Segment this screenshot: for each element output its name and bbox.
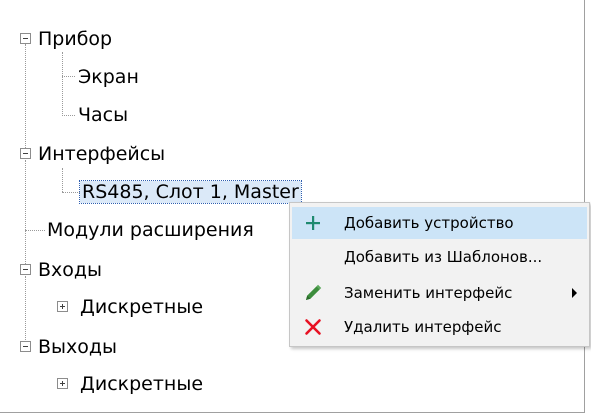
menu-item-label: Добавить из Шаблонов... — [344, 248, 543, 266]
menu-item-label: Удалить интерфейс — [344, 318, 502, 336]
tree-item-vykhody[interactable]: Выходы — [38, 330, 117, 364]
tree-item-vkhody[interactable]: Входы — [38, 253, 102, 287]
collapse-icon[interactable] — [20, 264, 31, 275]
tree-item-ekran[interactable]: Экран — [78, 60, 139, 94]
tree-item-pribor[interactable]: Прибор — [38, 22, 112, 56]
tree-connector-line — [62, 192, 80, 193]
tree-item-label: Часы — [78, 104, 129, 126]
tree-item-diskretnye-outputs[interactable]: Дискретные — [80, 367, 203, 401]
tree-item-label: RS485, Слот 1, Master — [79, 180, 302, 204]
tree-item-label: Входы — [38, 259, 103, 281]
tree-item-rs485-selected[interactable]: RS485, Слот 1, Master — [79, 175, 302, 209]
plus-icon — [303, 213, 323, 233]
tree-connector-line — [25, 276, 26, 342]
tree-connector-line — [62, 76, 75, 77]
expand-icon[interactable] — [57, 301, 68, 312]
menu-item-label: Добавить устройство — [344, 214, 514, 232]
menu-item-add-device[interactable]: Добавить устройство — [292, 207, 587, 239]
tree-item-label: Выходы — [38, 336, 118, 358]
tree-item-moduli-rasshireniya[interactable]: Модули расширения — [47, 213, 254, 247]
tree-connector-line — [25, 44, 26, 148]
tree-connector-line — [25, 230, 45, 231]
collapse-icon[interactable] — [20, 148, 31, 159]
tree-item-label: Интерфейсы — [38, 143, 166, 165]
tree-item-interfeisy[interactable]: Интерфейсы — [38, 137, 165, 171]
tree-item-chasy[interactable]: Часы — [78, 98, 128, 132]
pencil-icon — [303, 283, 323, 303]
tree-item-label: Дискретные — [80, 296, 204, 318]
menu-item-delete-interface[interactable]: Удалить интерфейс — [292, 311, 587, 343]
tree-connector-line — [25, 160, 26, 264]
tree-item-label: Экран — [78, 66, 139, 88]
expand-icon[interactable] — [57, 378, 68, 389]
collapse-icon[interactable] — [20, 341, 31, 352]
tree-connector-line — [62, 115, 75, 116]
menu-item-replace-interface[interactable]: Заменить интерфейс — [292, 277, 587, 309]
tree-item-label: Дискретные — [80, 373, 204, 395]
menu-item-label: Заменить интерфейс — [344, 284, 513, 302]
tree-item-diskretnye-inputs[interactable]: Дискретные — [80, 290, 203, 324]
tree-connector-line — [62, 52, 63, 116]
submenu-arrow-icon — [572, 288, 577, 298]
delete-x-icon — [303, 317, 323, 337]
collapse-icon[interactable] — [20, 33, 31, 44]
tree-item-label: Модули расширения — [47, 219, 254, 241]
tree-item-label: Прибор — [38, 28, 113, 50]
menu-item-add-from-templates[interactable]: Добавить из Шаблонов... — [292, 241, 587, 273]
tree-connector-line — [62, 168, 63, 192]
context-menu: Добавить устройство Добавить из Шаблонов… — [289, 202, 590, 347]
